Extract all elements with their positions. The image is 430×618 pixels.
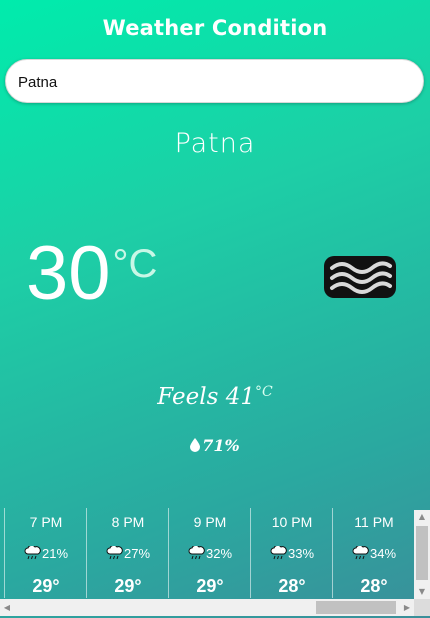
hour-temp: 29° bbox=[32, 576, 60, 596]
hour-rain: 32% bbox=[169, 546, 251, 561]
hourly-item: 10 PM 33% 28° bbox=[250, 508, 332, 598]
vertical-scrollbar[interactable]: ▲ ▼ bbox=[414, 510, 430, 599]
hour-time: 11 PM bbox=[354, 514, 394, 530]
rain-chance: 21% bbox=[41, 546, 69, 561]
rain-chance: 34% bbox=[369, 546, 397, 561]
scrollbar-corner bbox=[414, 599, 430, 616]
app-title: Weather Condition bbox=[102, 16, 328, 40]
hour-rain: 33% bbox=[251, 546, 333, 561]
hour-rain: 34% bbox=[333, 546, 413, 561]
search-box[interactable] bbox=[5, 59, 424, 104]
hourly-forecast[interactable]: 7 PM 21% 29° 8 PM 27% 29° 9 PM 32% 29° 1… bbox=[4, 508, 413, 598]
hour-rain: 27% bbox=[87, 546, 169, 561]
haze-waves-icon bbox=[324, 256, 396, 298]
search-input[interactable] bbox=[16, 60, 415, 104]
humidity-value: 71% bbox=[202, 436, 240, 455]
hour-temp: 29° bbox=[196, 576, 224, 596]
horizontal-scrollbar[interactable]: ◀ ▶ bbox=[0, 599, 414, 616]
hour-time: 8 PM bbox=[111, 514, 145, 530]
current-temperature: 30°C bbox=[26, 236, 157, 326]
hour-temp: 29° bbox=[114, 576, 142, 596]
scroll-down-arrow-icon[interactable]: ▼ bbox=[414, 585, 430, 599]
city-name: Patna bbox=[174, 128, 256, 159]
water-drop-icon bbox=[190, 438, 201, 452]
rain-cloud-icon bbox=[24, 546, 41, 560]
temperature-unit: °C bbox=[112, 242, 158, 286]
hourly-item: 8 PM 27% 29° bbox=[86, 508, 168, 598]
rain-chance: 27% bbox=[123, 546, 151, 561]
rain-cloud-icon bbox=[352, 546, 369, 560]
hour-time: 9 PM bbox=[193, 514, 227, 530]
hour-time: 10 PM bbox=[271, 514, 313, 530]
rain-cloud-icon bbox=[270, 546, 287, 560]
hourly-item: 11 PM 34% 28° bbox=[332, 508, 413, 598]
feels-like-unit: °C bbox=[254, 384, 273, 400]
hour-rain: 21% bbox=[5, 546, 87, 561]
scroll-up-arrow-icon[interactable]: ▲ bbox=[414, 510, 430, 524]
hourly-item: 9 PM 32% 29° bbox=[168, 508, 250, 598]
rain-cloud-icon bbox=[106, 546, 123, 560]
horizontal-scroll-thumb[interactable] bbox=[316, 601, 396, 614]
temperature-value: 30 bbox=[26, 231, 111, 316]
hourly-item: 7 PM 21% 29° bbox=[4, 508, 86, 598]
rain-chance: 32% bbox=[205, 546, 233, 561]
rain-cloud-icon bbox=[188, 546, 205, 560]
feels-like: Feels 41°C bbox=[0, 384, 430, 410]
scroll-left-arrow-icon[interactable]: ◀ bbox=[0, 599, 14, 616]
feels-like-text: Feels 41 bbox=[157, 384, 255, 410]
hour-temp: 28° bbox=[360, 576, 388, 596]
humidity: 71% bbox=[0, 436, 430, 455]
hour-temp: 28° bbox=[278, 576, 306, 596]
scroll-right-arrow-icon[interactable]: ▶ bbox=[400, 599, 414, 616]
hour-time: 7 PM bbox=[29, 514, 63, 530]
vertical-scroll-thumb[interactable] bbox=[416, 526, 428, 580]
rain-chance: 33% bbox=[287, 546, 315, 561]
